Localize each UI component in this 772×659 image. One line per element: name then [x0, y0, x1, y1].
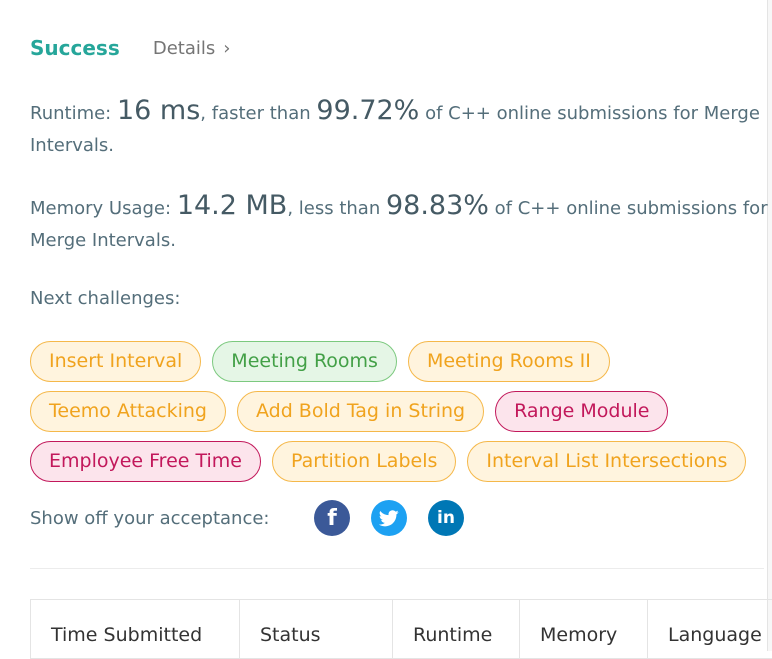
challenge-tag-meeting-rooms-ii[interactable]: Meeting Rooms II [407, 341, 610, 382]
memory-mid-text: , less than [287, 198, 381, 219]
challenge-tag-employee-free-time[interactable]: Employee Free Time [30, 441, 261, 482]
challenge-tag-partition-labels[interactable]: Partition Labels [272, 441, 457, 482]
section-divider [30, 568, 764, 569]
memory-value: 14.2 MB [176, 190, 288, 221]
runtime-value: 16 ms [116, 95, 201, 126]
memory-label: Memory Usage: [30, 198, 172, 219]
facebook-icon[interactable]: f [314, 500, 350, 536]
status-success: Success [30, 36, 120, 60]
column-header-runtime[interactable]: Runtime [393, 600, 520, 658]
column-header-language[interactable]: Language [648, 600, 772, 658]
submissions-table-header: Time Submitted Status Runtime Memory Lan… [30, 599, 772, 659]
next-challenges-label: Next challenges: [30, 288, 181, 309]
challenge-tag-meeting-rooms[interactable]: Meeting Rooms [212, 341, 397, 382]
chevron-right-icon: › [223, 37, 231, 59]
challenge-tag-range-module[interactable]: Range Module [495, 391, 669, 432]
runtime-stat: Runtime: 16 ms, faster than 99.72% of C+… [30, 95, 772, 162]
challenge-tag-add-bold-tag[interactable]: Add Bold Tag in String [236, 391, 485, 432]
column-header-memory[interactable]: Memory [520, 600, 648, 658]
challenge-tag-insert-interval[interactable]: Insert Interval [30, 341, 202, 382]
details-label: Details [152, 37, 216, 59]
result-header: Success Details › [30, 36, 230, 66]
runtime-mid-text: , faster than [200, 103, 311, 124]
details-link[interactable]: Details › [153, 38, 231, 59]
memory-percent: 98.83% [385, 190, 489, 221]
challenge-tag-interval-list-intersections[interactable]: Interval List Intersections [467, 441, 747, 482]
column-header-status[interactable]: Status [240, 600, 393, 658]
challenge-tag-teemo-attacking[interactable]: Teemo Attacking [30, 391, 226, 432]
memory-stat: Memory Usage: 14.2 MB, less than 98.83% … [30, 190, 772, 257]
linkedin-icon[interactable]: in [428, 500, 464, 536]
share-label: Show off your acceptance: [30, 507, 270, 529]
twitter-icon[interactable] [371, 500, 407, 536]
runtime-percent: 99.72% [316, 95, 420, 126]
share-row: Show off your acceptance: f in [30, 498, 485, 538]
next-challenges-list: Insert Interval Meeting Rooms Meeting Room… [30, 341, 765, 491]
column-header-time-submitted[interactable]: Time Submitted [31, 600, 240, 658]
runtime-label: Runtime: [30, 103, 112, 124]
